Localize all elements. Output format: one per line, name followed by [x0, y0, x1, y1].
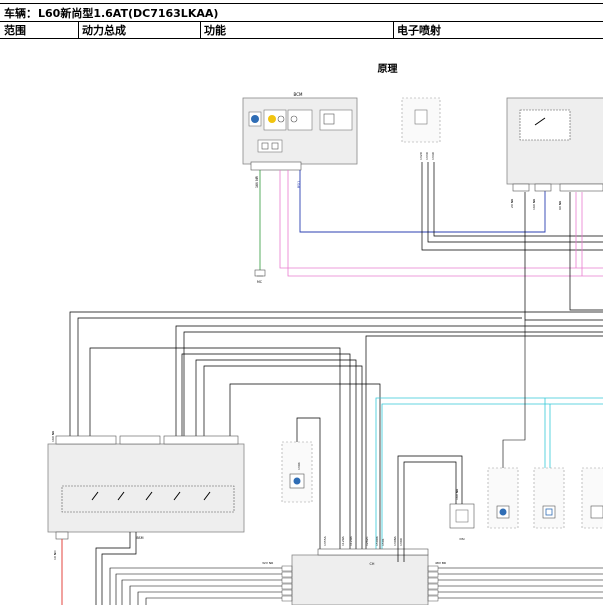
svg-text:1308A: 1308A: [393, 535, 397, 546]
sensor-module: [401, 97, 441, 143]
bcm-label: BCM: [294, 92, 303, 97]
svg-text:6V NR: 6V NR: [558, 201, 562, 210]
svg-text:16V NR: 16V NR: [455, 489, 459, 500]
ground-icon: [254, 269, 266, 277]
bsm-module: [47, 435, 245, 540]
ecu-module: [506, 97, 603, 192]
sensor-icon: [499, 508, 507, 516]
svg-text:1390: 1390: [399, 538, 403, 546]
svg-text:1V NO: 1V NO: [53, 550, 57, 560]
dsi-module: [449, 503, 475, 529]
svg-text:16V NR: 16V NR: [532, 199, 536, 210]
svg-text:32V NR: 32V NR: [262, 561, 273, 565]
svg-text:1500X: 1500X: [375, 536, 379, 546]
svg-text:48V BR: 48V BR: [435, 561, 446, 565]
pink-wire: [279, 170, 603, 269]
ch-right-pins: [427, 565, 439, 602]
sensor-icon: [251, 115, 259, 123]
relay-module: [281, 441, 313, 503]
svg-text:1501: 1501: [381, 538, 385, 546]
svg-text:CH: CH: [370, 562, 375, 566]
svg-text:1330: 1330: [425, 152, 429, 160]
svg-text:16V NR: 16V NR: [51, 431, 55, 442]
wiring-diagram: BCM 16V NR BSI1 MC 1320 1330 1340 2V NR …: [47, 92, 603, 605]
svg-text:DSI: DSI: [459, 537, 464, 541]
svg-text:BSM: BSM: [137, 536, 144, 540]
ground-label: MC: [257, 280, 263, 284]
ch-module: [291, 548, 429, 605]
bcm-module: BCM: [242, 92, 358, 171]
lamp-icon: [268, 115, 276, 123]
bcm-conn-label: 16V NR: [255, 175, 259, 188]
ch-left-pins: [281, 565, 293, 602]
svg-text:1129A: 1129A: [341, 535, 345, 546]
svg-text:1262C: 1262C: [365, 536, 369, 546]
svg-text:1120A: 1120A: [349, 535, 353, 546]
sensor-right-a: [487, 467, 603, 529]
pink-wire: [287, 170, 603, 277]
svg-text:1304: 1304: [297, 462, 301, 470]
svg-text:2V NR: 2V NR: [510, 199, 514, 208]
ch-left-wires: [109, 567, 282, 605]
svg-text:1340: 1340: [431, 152, 435, 160]
svg-text:1355A: 1355A: [323, 535, 327, 546]
svg-text:1320: 1320: [419, 152, 423, 160]
